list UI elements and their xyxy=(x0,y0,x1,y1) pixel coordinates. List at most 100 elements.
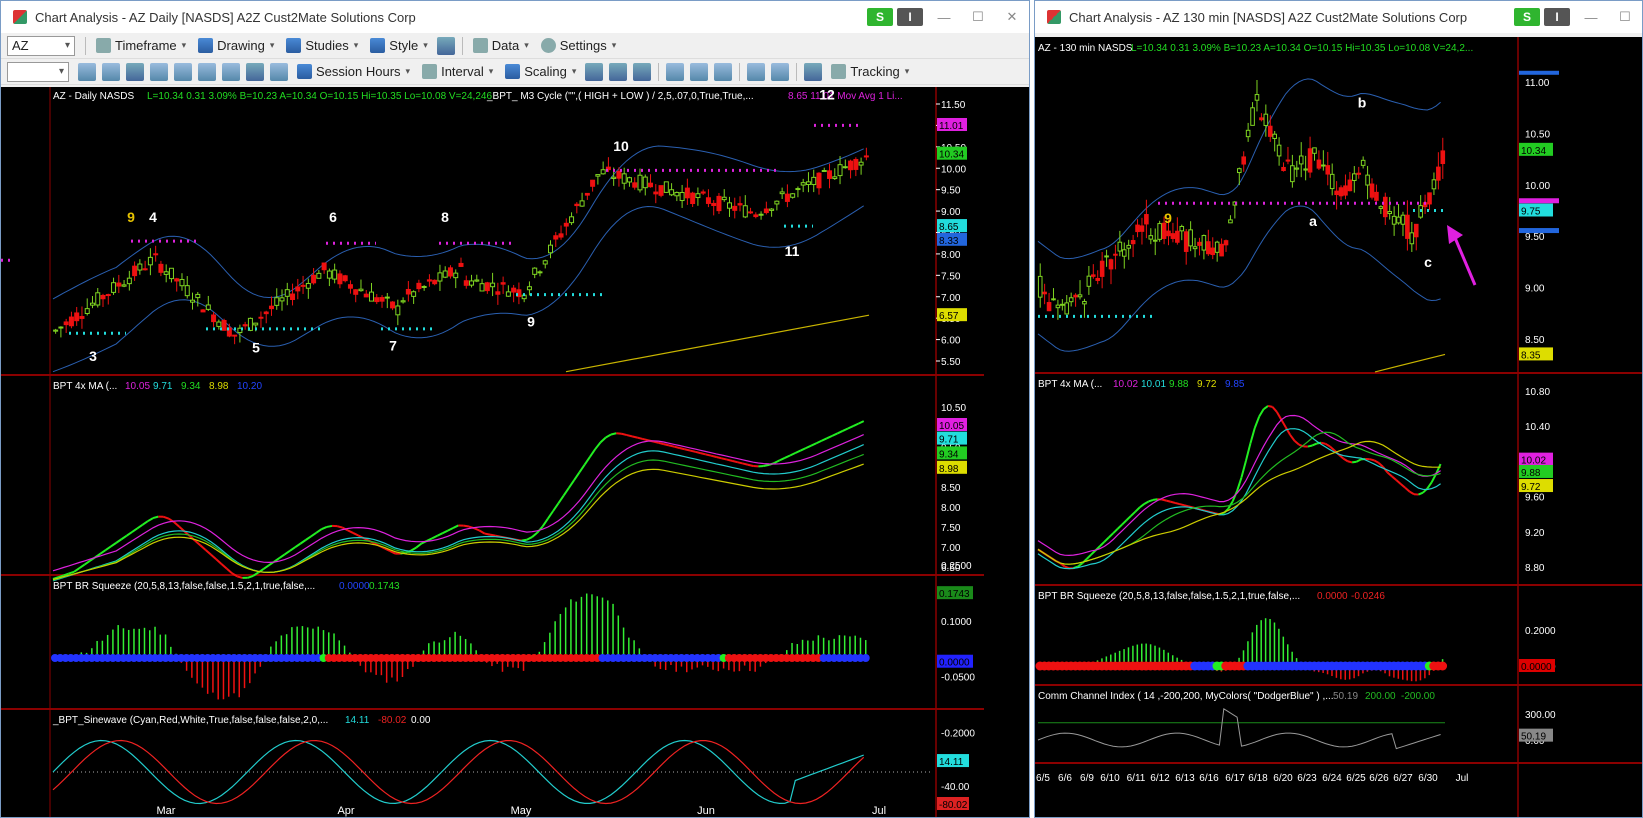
ma-fast-segment xyxy=(1183,504,1189,508)
candle-body xyxy=(1405,214,1410,239)
candle-body xyxy=(721,196,727,201)
ma-fast-segment xyxy=(726,458,733,462)
squeeze-tag: 0.1743 xyxy=(939,589,970,600)
moving-average-200 xyxy=(1374,353,1446,373)
candle-icon[interactable] xyxy=(585,62,604,81)
ma-fast-segment xyxy=(126,531,133,537)
candle-body xyxy=(800,182,806,186)
symbol-input[interactable]: AZ xyxy=(7,35,75,56)
tracking-menu[interactable]: Tracking ▾ xyxy=(831,64,909,79)
candle-body xyxy=(1276,144,1282,157)
link-icon[interactable] xyxy=(270,62,288,81)
timeframe-menu[interactable]: Timeframe ▾ xyxy=(96,38,186,53)
session-icon xyxy=(297,64,312,79)
price-tick-label: 10.00 xyxy=(941,164,966,175)
session-hours-label: Session Hours xyxy=(316,64,401,79)
candle-body xyxy=(832,176,838,180)
chart-symbol-label: AZ - 130 min NASDS xyxy=(1038,43,1133,54)
scaling-menu[interactable]: Scaling ▾ xyxy=(505,64,576,79)
ma-fast-segment xyxy=(695,450,701,455)
expand-icon[interactable] xyxy=(690,62,709,81)
bar-icon[interactable] xyxy=(609,62,628,81)
wave-icon[interactable] xyxy=(222,62,240,81)
symbol-link-s-button[interactable]: S xyxy=(867,8,893,26)
symbol-link-s-button[interactable]: S xyxy=(1514,8,1540,26)
ma-fast-segment xyxy=(1280,419,1287,428)
cursor-icon[interactable] xyxy=(174,62,192,81)
ma-fast-segment xyxy=(763,463,770,467)
candle-body xyxy=(437,272,443,282)
ma-fast-segment xyxy=(794,449,801,454)
wave-count-label: 12 xyxy=(819,87,835,103)
candle-body xyxy=(1254,94,1260,101)
timeframe-input[interactable] xyxy=(7,61,69,82)
panel-icon[interactable] xyxy=(714,62,733,81)
grid-icon[interactable] xyxy=(126,62,144,81)
style-menu[interactable]: Style ▾ xyxy=(370,38,428,53)
maximize-button[interactable]: ☐ xyxy=(961,9,995,25)
maximize-button[interactable]: ☐ xyxy=(1608,9,1642,25)
ma-fast-segment xyxy=(484,532,491,536)
candle-body xyxy=(416,282,422,290)
candle-body xyxy=(453,272,459,279)
symbol-link-i-button[interactable]: I xyxy=(897,8,923,26)
calc-icon[interactable] xyxy=(246,62,264,81)
zoom-icon[interactable] xyxy=(150,62,168,81)
candle-body xyxy=(374,297,380,303)
zoom-out-icon[interactable] xyxy=(771,62,790,81)
daily-chart[interactable]: AZ - Daily NASDS L=10.34 0.31 3.09% B=10.… xyxy=(1,87,986,818)
settings-menu[interactable]: Settings ▾ xyxy=(540,38,616,53)
compress-icon[interactable] xyxy=(666,62,685,81)
candle-body xyxy=(1197,241,1202,246)
minimize-button[interactable]: — xyxy=(927,10,961,25)
candle-body xyxy=(1068,297,1074,303)
candle-body xyxy=(390,301,396,309)
ma-fast-segment xyxy=(847,425,854,430)
date-axis-label: Apr xyxy=(337,805,354,817)
layout-icon[interactable] xyxy=(436,36,455,55)
minimize-button[interactable]: — xyxy=(1574,10,1608,25)
moving-average-200 xyxy=(565,314,870,373)
ma-fast-segment xyxy=(315,528,323,534)
trend-icon[interactable] xyxy=(198,62,216,81)
interval-menu[interactable]: Interval ▾ xyxy=(422,64,493,79)
candle-body xyxy=(505,291,511,297)
close-button[interactable]: ✕ xyxy=(995,9,1029,25)
pointer-icon[interactable] xyxy=(102,62,120,81)
candle-body xyxy=(332,269,338,280)
candle-body xyxy=(700,191,706,194)
candle-body xyxy=(326,270,332,279)
candle-body xyxy=(1387,211,1393,215)
date-axis-label: Jul xyxy=(872,805,886,817)
session-hours-menu[interactable]: Session Hours ▾ xyxy=(297,64,410,79)
interval-label: Interval xyxy=(441,64,484,79)
ma-fast-segment xyxy=(1179,503,1185,507)
candle-body xyxy=(511,287,517,293)
refresh-icon[interactable] xyxy=(78,62,96,81)
candle-body xyxy=(1166,230,1171,237)
studies-menu[interactable]: Studies ▾ xyxy=(286,38,358,53)
drawing-menu[interactable]: Drawing ▾ xyxy=(198,38,274,53)
ma-tick-label: 9.60 xyxy=(1525,493,1545,504)
data-menu[interactable]: Data ▾ xyxy=(472,38,529,53)
symbol-link-i-button[interactable]: I xyxy=(1544,8,1570,26)
ma-fast-segment xyxy=(1077,562,1083,568)
squeeze-tick-label: -0.0500 xyxy=(941,673,975,684)
zoom-in-icon[interactable] xyxy=(747,62,766,81)
daily-chart-svg[interactable]: AZ - Daily NASDS L=10.34 0.31 3.09% B=10.… xyxy=(1,87,986,818)
flask-icon xyxy=(286,38,302,53)
candle-body xyxy=(353,289,359,295)
hollow-candle-icon[interactable] xyxy=(633,62,652,81)
intraday-chart-svg[interactable]: AZ - 130 min NASDSL=10.34 0.31 3.09% B=1… xyxy=(1035,37,1643,818)
cci-tag: 50.19 xyxy=(1521,732,1546,743)
ma-fast-segment xyxy=(810,442,817,447)
ma-fast-segment xyxy=(131,527,138,533)
intraday-chart[interactable]: AZ - 130 min NASDS L=10.34 0.31 3.09% B=1… xyxy=(1035,37,1643,818)
crosshair-icon[interactable] xyxy=(804,62,823,81)
candle-body xyxy=(111,282,117,293)
candle-body xyxy=(174,278,180,282)
price-marker xyxy=(1519,70,1559,75)
vertical-scrollbar[interactable] xyxy=(984,87,1029,817)
ma-fast-segment xyxy=(805,444,812,450)
candle-body xyxy=(284,289,290,297)
